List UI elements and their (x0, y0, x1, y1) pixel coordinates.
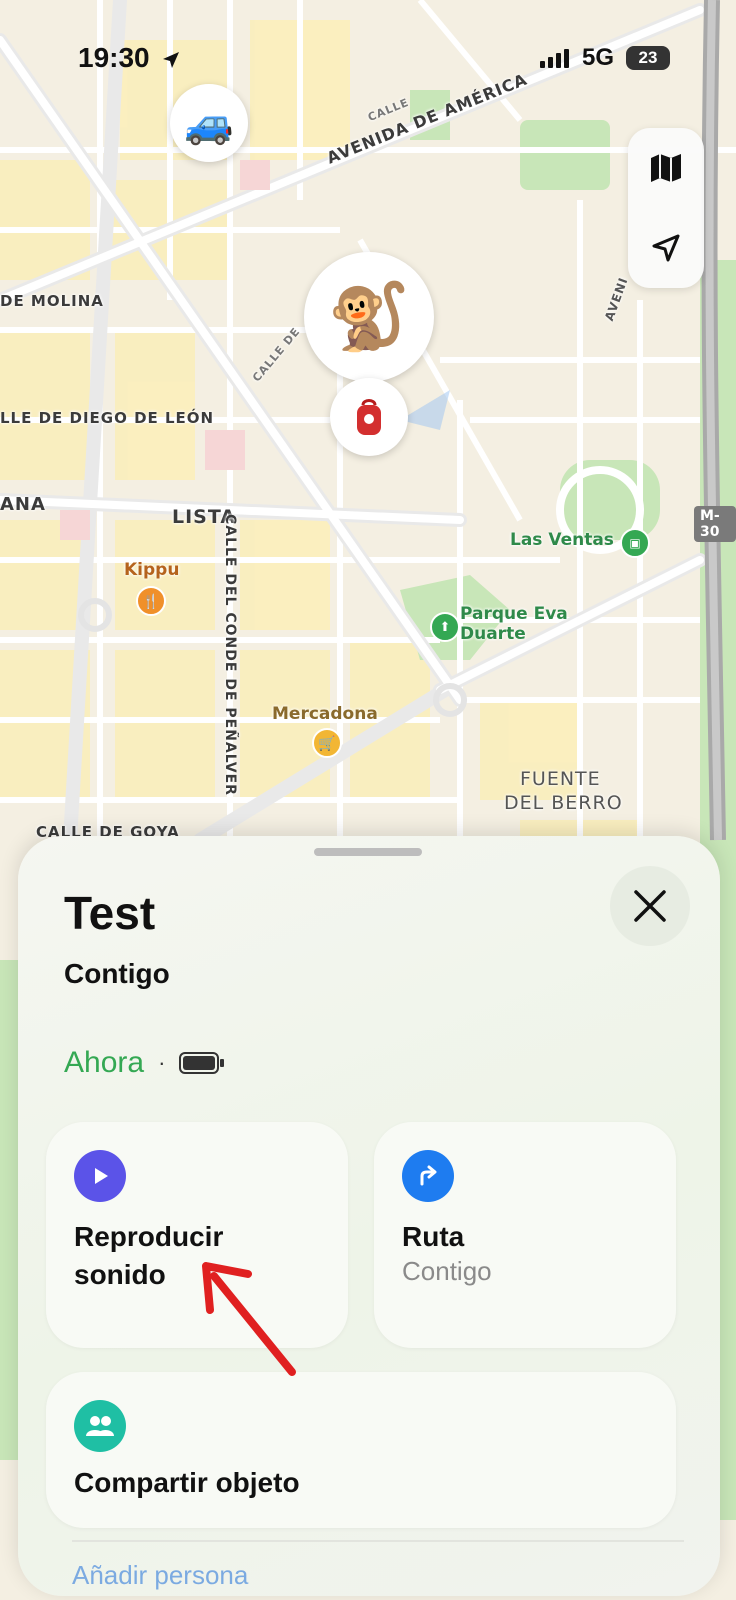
status-time: 19:30 (78, 42, 181, 74)
route-sublabel: Contigo (402, 1256, 492, 1286)
district-label: FUENTE (520, 768, 601, 790)
map-icon (651, 154, 681, 182)
car-icon: 🚙 (184, 101, 234, 146)
status-indicators: 5G 23 (539, 44, 670, 72)
person-marker[interactable]: 🐒 (304, 252, 434, 382)
street-label: LLE DE DIEGO DE LEÓN (0, 409, 215, 427)
item-detail-sheet: Test Contigo Ahora · Reproducir sonido R… (18, 836, 720, 1596)
recenter-location-button[interactable] (628, 208, 704, 288)
people-icon (74, 1400, 126, 1452)
close-button[interactable] (610, 866, 690, 946)
item-marker[interactable] (330, 378, 408, 456)
item-status: Ahora · (64, 1046, 225, 1080)
backpack-icon (357, 399, 381, 435)
item-title: Test (64, 887, 156, 939)
play-sound-label-line1: Reproducir (74, 1221, 224, 1252)
network-type: 5G (581, 44, 614, 71)
car-marker[interactable]: 🚙 (170, 84, 248, 162)
share-item-label: Compartir objeto (74, 1467, 300, 1498)
poi-label-parque: Parque Eva (460, 604, 568, 624)
battery-level-icon (179, 1052, 225, 1074)
map-mode-button[interactable] (628, 128, 704, 208)
item-location-subtitle: Contigo (64, 958, 170, 989)
turn-right-arrow-icon (402, 1150, 454, 1202)
street-label: CALLE DEL CONDE DE PEÑALVER (222, 514, 238, 796)
annotation-arrow-icon (202, 1262, 296, 1376)
route-label: Ruta (402, 1221, 465, 1252)
add-person-link[interactable]: Añadir persona (72, 1560, 248, 1591)
stadium-icon[interactable]: ▣ (620, 528, 650, 558)
restaurant-icon[interactable]: 🍴 (136, 586, 166, 616)
divider (72, 1540, 684, 1542)
location-arrow-icon (652, 234, 680, 262)
poi-label-parque: Duarte (460, 624, 526, 644)
highway-shield: M-30 (694, 506, 736, 542)
shopping-cart-icon[interactable]: 🛒 (312, 728, 342, 758)
park-icon[interactable]: ⬆ (430, 612, 460, 642)
street-label: DE MOLINA (0, 292, 104, 310)
route-button[interactable]: Ruta Contigo (374, 1122, 676, 1348)
street-label: ANA (0, 494, 46, 515)
sheet-grabber[interactable] (314, 848, 422, 856)
separator: · (158, 1050, 166, 1075)
play-icon (74, 1150, 126, 1202)
cellular-signal-icon (539, 49, 569, 68)
monkey-avatar: 🐒 (327, 279, 411, 353)
last-seen-label: Ahora (64, 1046, 145, 1079)
close-icon (634, 890, 666, 922)
clock: 19:30 (78, 42, 150, 73)
share-item-button[interactable]: Compartir objeto (46, 1372, 676, 1528)
map-controls (628, 128, 704, 288)
district-label: DEL BERRO (504, 792, 623, 814)
poi-label-kippu: Kippu (124, 560, 180, 580)
poi-label-mercadona: Mercadona (272, 704, 378, 724)
poi-label-las-ventas: Las Ventas (510, 530, 614, 550)
location-arrow-icon (163, 51, 180, 68)
battery-icon: 23 (626, 46, 670, 70)
